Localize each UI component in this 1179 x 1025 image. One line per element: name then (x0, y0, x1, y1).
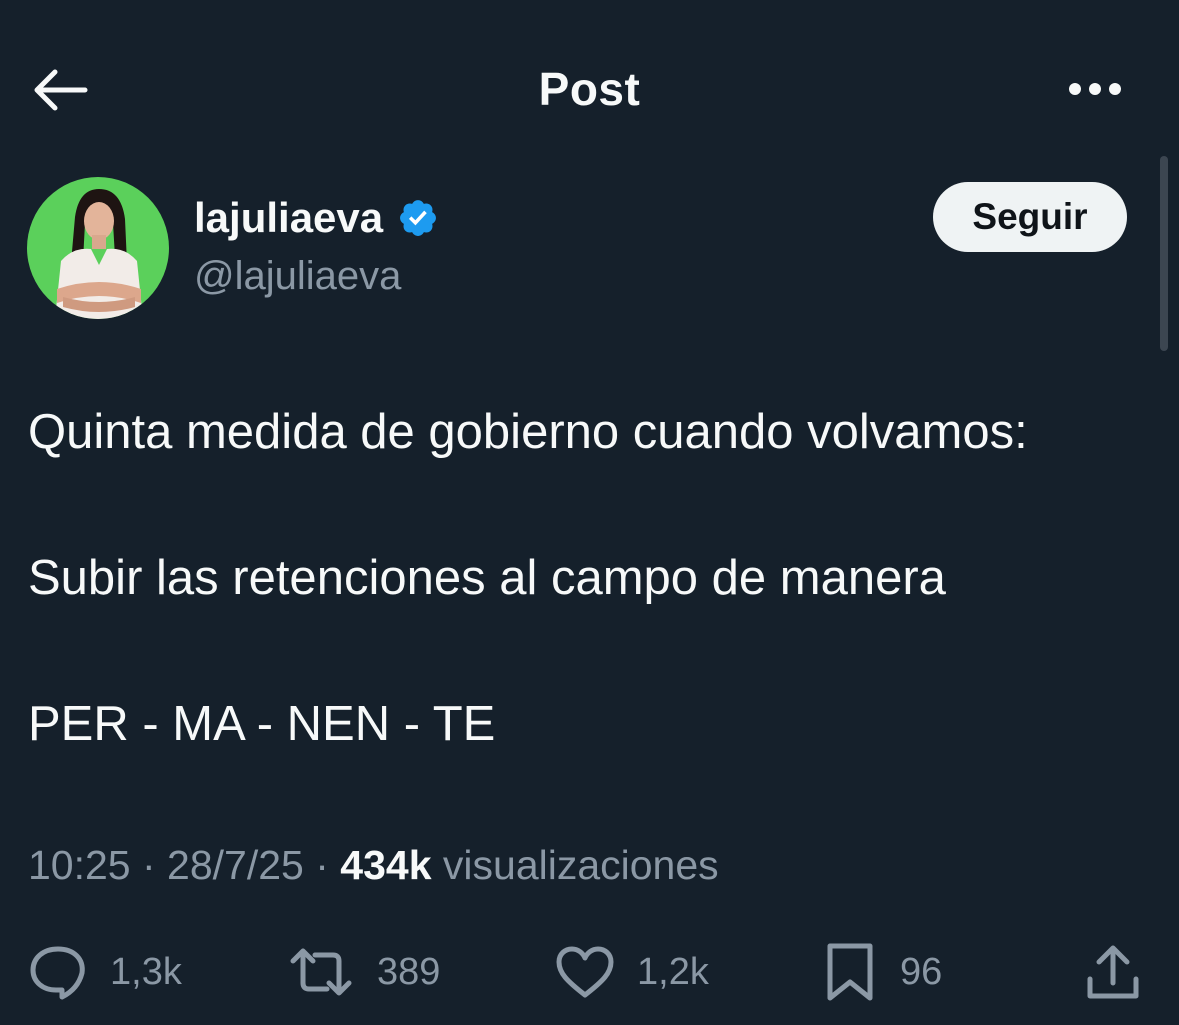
verified-badge-icon[interactable] (397, 197, 439, 239)
like-count: 1,2k (637, 950, 709, 993)
post-text-line-3: PER - MA - NEN - TE (28, 697, 496, 751)
meta-separator: · (303, 842, 341, 888)
post-date[interactable]: 28/7/25 (167, 842, 304, 888)
repost-icon (290, 948, 352, 996)
post-time[interactable]: 10:25 (28, 842, 131, 888)
display-name[interactable]: lajuliaeva (194, 194, 383, 242)
follow-button[interactable]: Seguir (933, 182, 1127, 252)
share-button[interactable] (1084, 940, 1142, 1004)
like-button[interactable]: 1,2k (555, 940, 709, 1004)
heart-icon (556, 946, 614, 998)
reply-count: 1,3k (110, 950, 182, 993)
post-text-line-2: Subir las retenciones al campo de manera (28, 551, 946, 605)
top-bar: Post (0, 0, 1179, 152)
post-text-line-1: Quinta medida de gobierno cuando volvamo… (28, 405, 1028, 459)
page-title: Post (538, 63, 641, 115)
views-count[interactable]: 434k (340, 842, 431, 888)
meta-separator: · (130, 842, 168, 888)
repost-button[interactable]: 389 (287, 940, 440, 1004)
share-upload-icon (1087, 945, 1139, 999)
bookmark-count: 96 (900, 950, 943, 993)
avatar-image (27, 177, 169, 319)
reply-button[interactable]: 1,3k (28, 940, 182, 1004)
post-meta: 10:25 · 28/7/25 · 434k visualizaciones (28, 842, 719, 889)
more-dots-icon (1069, 83, 1121, 95)
avatar[interactable] (27, 177, 169, 319)
more-options-button[interactable] (1060, 64, 1130, 114)
repost-count: 389 (377, 950, 441, 993)
user-handle[interactable]: @lajuliaeva (194, 254, 401, 299)
author-name-row: lajuliaeva (194, 192, 439, 244)
bookmark-button[interactable]: 96 (822, 940, 942, 1004)
reply-bubble-icon (30, 946, 85, 1000)
bookmark-icon (827, 943, 873, 1001)
views-label[interactable]: visualizaciones (443, 842, 719, 888)
scrollbar[interactable] (1160, 156, 1168, 351)
